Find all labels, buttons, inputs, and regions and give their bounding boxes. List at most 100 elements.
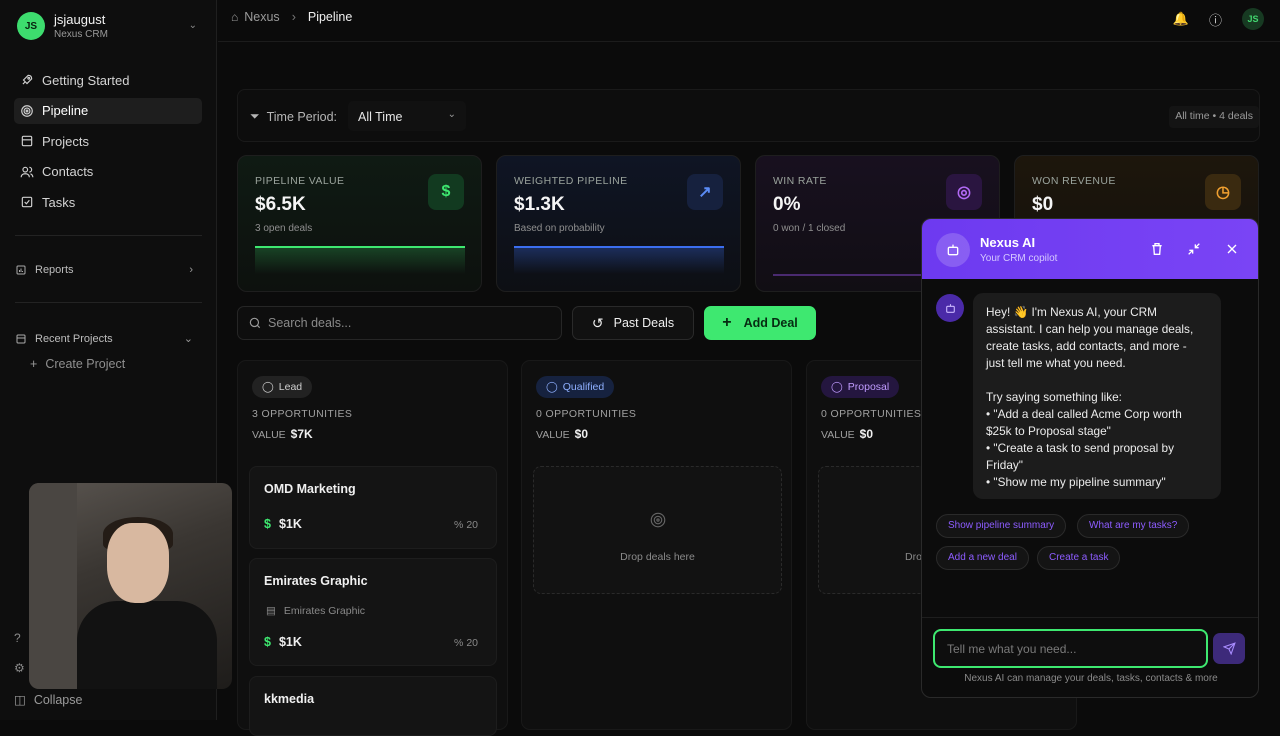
stage-name: Proposal <box>847 381 890 393</box>
home-icon[interactable]: ⌂ <box>231 10 238 24</box>
stage-tag: ◯ Lead <box>252 376 313 398</box>
reports-label: Reports <box>35 264 74 276</box>
help-icon[interactable]: ? <box>14 631 21 645</box>
chat-footer-text: Nexus AI can manage your deals, tasks, c… <box>964 673 1218 684</box>
collapse-label: Collapse <box>33 693 83 707</box>
collapse-button[interactable]: ◫ Collapse <box>14 692 82 707</box>
drop-zone-text: Drop deals here <box>620 551 695 563</box>
plus-icon: + <box>722 314 732 331</box>
amount-text: $1K <box>278 517 302 531</box>
bot-avatar <box>936 294 964 322</box>
deal-name: OMD Marketing <box>264 482 356 496</box>
checkbox-icon <box>21 196 33 208</box>
chevron-down-icon: ⌄ <box>447 109 456 120</box>
pct-text: 20 <box>466 519 478 531</box>
amount-text: $1K <box>278 635 302 649</box>
sidebar-item-reports[interactable]: Reports › <box>15 264 203 276</box>
help-icon[interactable]: ⓘ <box>1209 10 1222 29</box>
bell-icon[interactable]: 🔔 <box>1173 11 1189 27</box>
past-deals-button[interactable]: ↺ Past Deals <box>572 306 694 340</box>
sidebar-nav: Getting Started Pipeline Projects Contac… <box>14 67 202 220</box>
time-period-select[interactable]: All Time ⌄ <box>348 101 466 131</box>
gear-icon[interactable]: ⚙ <box>14 661 25 675</box>
drop-zone[interactable]: Drop <box>818 466 928 594</box>
sidebar-item-contacts[interactable]: Contacts <box>14 159 202 185</box>
chat-input[interactable] <box>935 631 1206 666</box>
stat-label: WON REVENUE <box>1032 175 1116 187</box>
breadcrumb-home[interactable]: Nexus <box>244 10 279 24</box>
send-icon <box>1222 642 1236 655</box>
deal-card[interactable]: Emirates Graphic ▤ Emirates Graphic $ $1K … <box>249 558 497 666</box>
stage-tag: ◯ Qualified <box>536 376 615 398</box>
deal-card[interactable]: kkmedia <box>249 676 497 736</box>
close-icon[interactable] <box>1224 241 1240 257</box>
bar-chart-icon <box>16 265 26 275</box>
opportunity-count: 0 OPPORTUNITIES <box>536 408 637 420</box>
suggestion-chip[interactable]: Show pipeline summary <box>936 514 1067 538</box>
search-input[interactable] <box>268 307 548 339</box>
suggestion-chip[interactable]: Create a task <box>1037 546 1121 570</box>
target-icon: ◎ <box>946 174 982 210</box>
minimize-icon[interactable] <box>1186 241 1202 257</box>
rocket-icon <box>22 74 33 85</box>
stat-label: WEIGHTED PIPELINE <box>514 175 628 187</box>
column-value: VALUE $7K <box>252 427 313 441</box>
column-value: VALUE $0 <box>821 427 873 441</box>
drop-zone[interactable]: Drop deals here <box>533 466 782 594</box>
folder-icon <box>16 334 26 343</box>
filter-bar: ⏷ Time Period: All Time ⌄ All time • 4 d… <box>237 89 1260 142</box>
recent-projects-toggle[interactable]: Recent Projects ⌄ <box>15 332 203 345</box>
assistant-message: Hey! 👋 I'm Nexus AI, your CRM assistant.… <box>973 293 1221 499</box>
add-deal-button[interactable]: + Add Deal <box>704 306 816 340</box>
trash-icon[interactable] <box>1149 241 1165 257</box>
create-project-button[interactable]: + Create Project <box>30 357 125 371</box>
building-icon: ▤ <box>266 605 276 617</box>
deal-probability: % 20 <box>454 519 478 531</box>
chevron-right-icon: › <box>189 264 193 276</box>
sidebar-item-pipeline[interactable]: Pipeline <box>14 97 202 124</box>
sidebar-item-tasks[interactable]: Tasks <box>14 189 202 215</box>
sidebar-item-projects[interactable]: Projects <box>14 128 202 154</box>
time-period-text: Time Period: <box>266 109 338 124</box>
sidebar-item-label: Pipeline <box>42 103 89 118</box>
sidebar-item-label: Projects <box>42 133 89 149</box>
kanban-column-lead: ◯ Lead 3 OPPORTUNITIES VALUE $7K OMD Marke… <box>237 360 508 736</box>
chat-title: Nexus AI <box>980 235 1036 250</box>
stat-value: $0 <box>1032 194 1054 215</box>
chevron-down-icon: ⌄ <box>188 20 197 31</box>
value-label: VALUE <box>536 429 570 441</box>
user-avatar[interactable]: JS <box>1242 8 1264 30</box>
value-label: VALUE <box>821 429 855 441</box>
company-text: Emirates Graphic <box>283 605 366 617</box>
value-label: VALUE <box>252 429 286 441</box>
deal-probability: % 20 <box>454 637 478 649</box>
create-project-label: Create Project <box>45 357 126 371</box>
suggestion-chip[interactable]: Add a new deal <box>936 546 1029 570</box>
dollar-icon: $ <box>264 517 271 531</box>
divider <box>922 617 1258 618</box>
stage-tag: ◯ Proposal <box>821 376 900 398</box>
ai-chat-panel: Nexus AI Your CRM copilot Hey! 👋 I'm Nex… <box>921 218 1259 698</box>
account-org: Nexus CRM <box>54 29 108 40</box>
dollar-icon: $ <box>264 635 271 649</box>
avatar: JS <box>17 12 45 40</box>
stat-label: PIPELINE VALUE <box>255 175 345 187</box>
value-amount: $0 <box>859 427 874 441</box>
value-amount: $7K <box>290 427 313 441</box>
suggestion-chip[interactable]: What are my tasks? <box>1077 514 1190 538</box>
stat-sub: 3 open deals <box>255 223 313 234</box>
sidebar-item-getting-started[interactable]: Getting Started <box>14 67 202 93</box>
deal-card[interactable]: OMD Marketing $ $1K % 20 <box>249 466 497 549</box>
time-period-label: ⏷ Time Period: <box>250 109 337 124</box>
stat-sub: Based on probability <box>514 223 605 234</box>
deal-summary-badge: All time • 4 deals <box>1169 106 1259 128</box>
account-switcher[interactable]: JS jsjaugust Nexus CRM ⌄ <box>17 12 203 40</box>
trend-up-icon: ↗ <box>687 174 723 210</box>
column-value: VALUE $0 <box>536 427 588 441</box>
stat-card-weighted-pipeline: WEIGHTED PIPELINE $1.3K Based on probabi… <box>496 155 741 292</box>
users-icon <box>20 166 34 177</box>
topbar: ⌂ Nexus › Pipeline 🔔 ⓘ JS <box>218 0 1280 42</box>
past-deals-label: Past Deals <box>613 316 675 330</box>
stat-card-pipeline-value: PIPELINE VALUE $6.5K 3 open deals $ <box>237 155 482 292</box>
send-button[interactable] <box>1213 633 1245 664</box>
